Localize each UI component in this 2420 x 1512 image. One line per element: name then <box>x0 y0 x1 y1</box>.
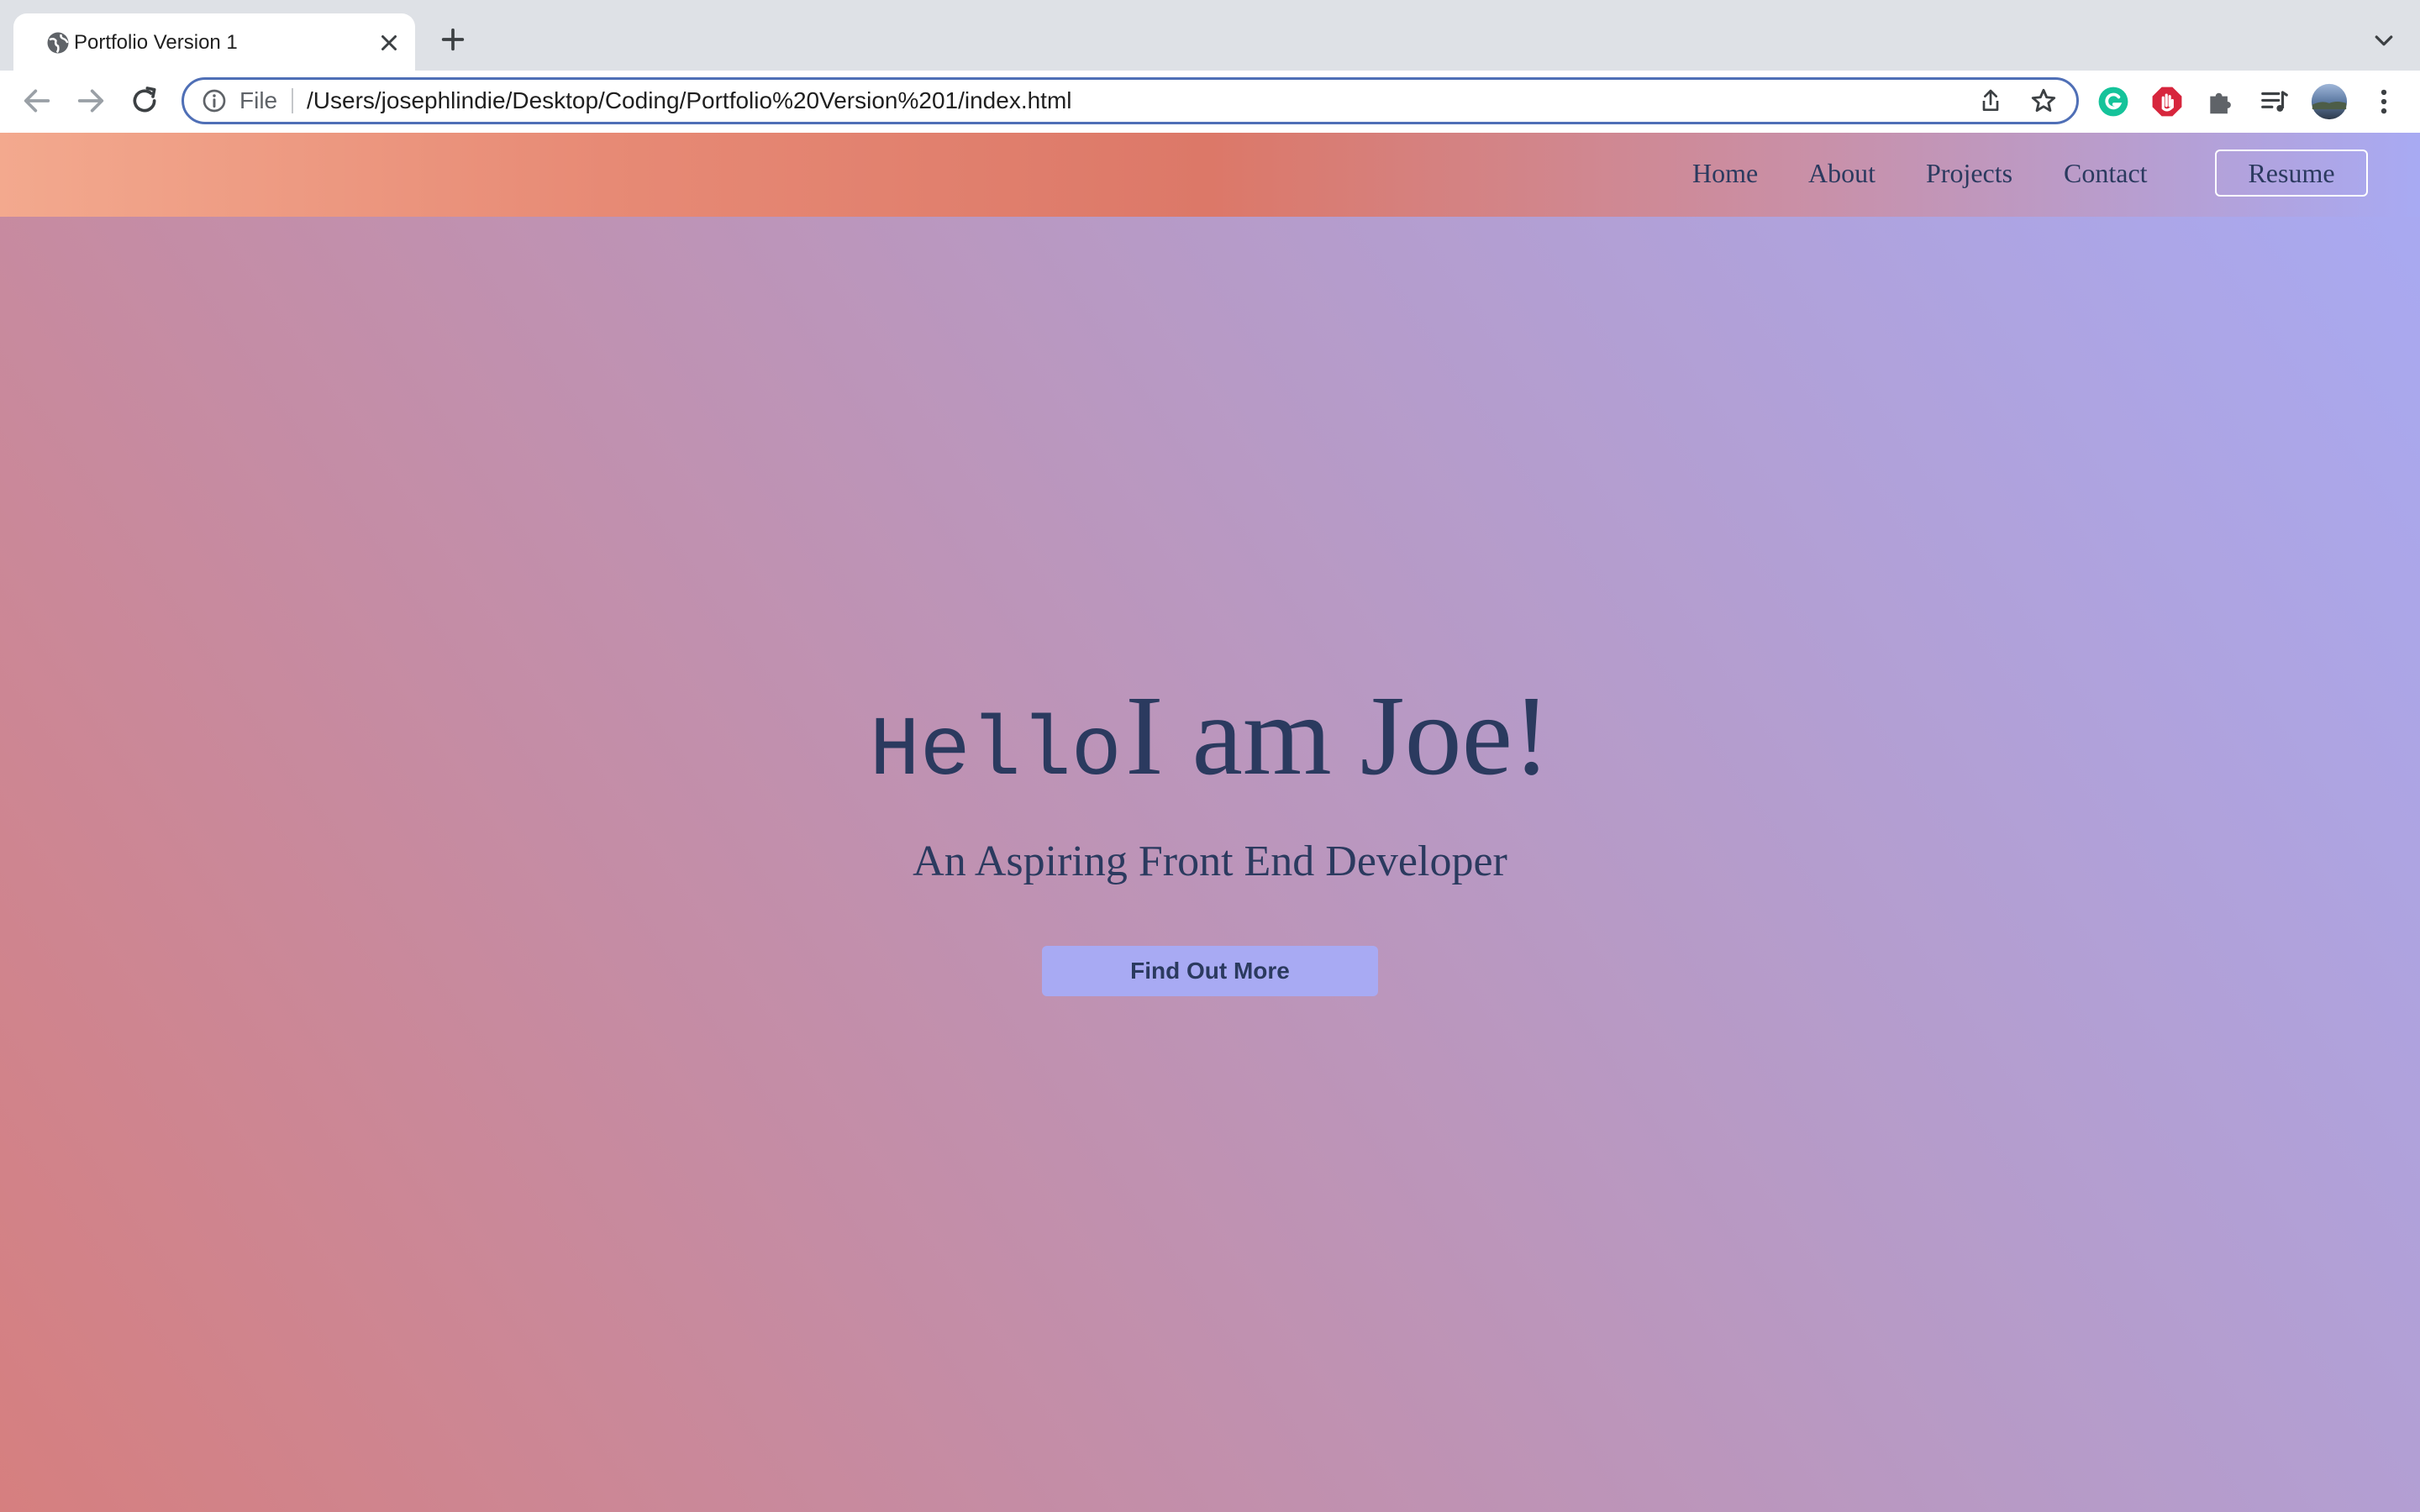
profile-avatar-icon[interactable] <box>2311 83 2348 120</box>
tab-title: Portfolio Version 1 <box>74 31 238 54</box>
star-icon[interactable] <box>2029 87 2058 115</box>
site-navbar: Home About Projects Contact Resume <box>0 133 2420 217</box>
close-icon[interactable] <box>376 30 402 55</box>
nav-link-contact[interactable]: Contact <box>2064 156 2148 190</box>
resume-button[interactable]: Resume <box>2215 150 2368 197</box>
hero-headline: I am Joe! <box>1125 673 1551 799</box>
browser-window: Portfolio Version 1 File /Users/josephli… <box>0 0 2420 1512</box>
hero-greeting: Hello <box>869 705 1122 800</box>
active-tab[interactable]: Portfolio Version 1 <box>13 13 415 71</box>
tab-strip: Portfolio Version 1 <box>0 0 2420 71</box>
kebab-menu-icon[interactable] <box>2368 86 2400 118</box>
info-icon[interactable] <box>201 87 228 114</box>
hero-subtitle: An Aspiring Front End Developer <box>913 837 1507 885</box>
address-bar[interactable]: File /Users/josephlindie/Desktop/Coding/… <box>182 77 2079 124</box>
hero-heading: Hello I am Joe! <box>0 670 2420 801</box>
grammarly-icon[interactable] <box>2097 86 2129 118</box>
address-scheme-label: File <box>239 87 278 113</box>
nav-link-projects[interactable]: Projects <box>1926 156 2012 190</box>
share-icon[interactable] <box>1977 87 2004 114</box>
chevron-down-icon[interactable] <box>2370 29 2398 54</box>
adblock-icon[interactable] <box>2151 86 2183 118</box>
browser-toolbar: File /Users/josephlindie/Desktop/Coding/… <box>0 71 2420 134</box>
nav-link-about[interactable]: About <box>1808 156 1876 190</box>
find-out-more-button[interactable]: Find Out More <box>1042 946 1378 996</box>
plus-icon[interactable] <box>439 25 467 54</box>
page-viewport: Home About Projects Contact Resume Hello… <box>0 133 2420 1512</box>
nav-link-home[interactable]: Home <box>1692 156 1758 190</box>
address-url[interactable]: /Users/josephlindie/Desktop/Coding/Portf… <box>307 86 1072 116</box>
back-arrow-icon[interactable] <box>20 84 54 118</box>
globe-icon <box>47 32 69 54</box>
puzzle-icon[interactable] <box>2205 86 2237 118</box>
forward-arrow-icon[interactable] <box>74 84 108 118</box>
address-separator <box>292 88 293 113</box>
reload-icon[interactable] <box>128 84 161 118</box>
media-control-icon[interactable] <box>2259 86 2291 118</box>
